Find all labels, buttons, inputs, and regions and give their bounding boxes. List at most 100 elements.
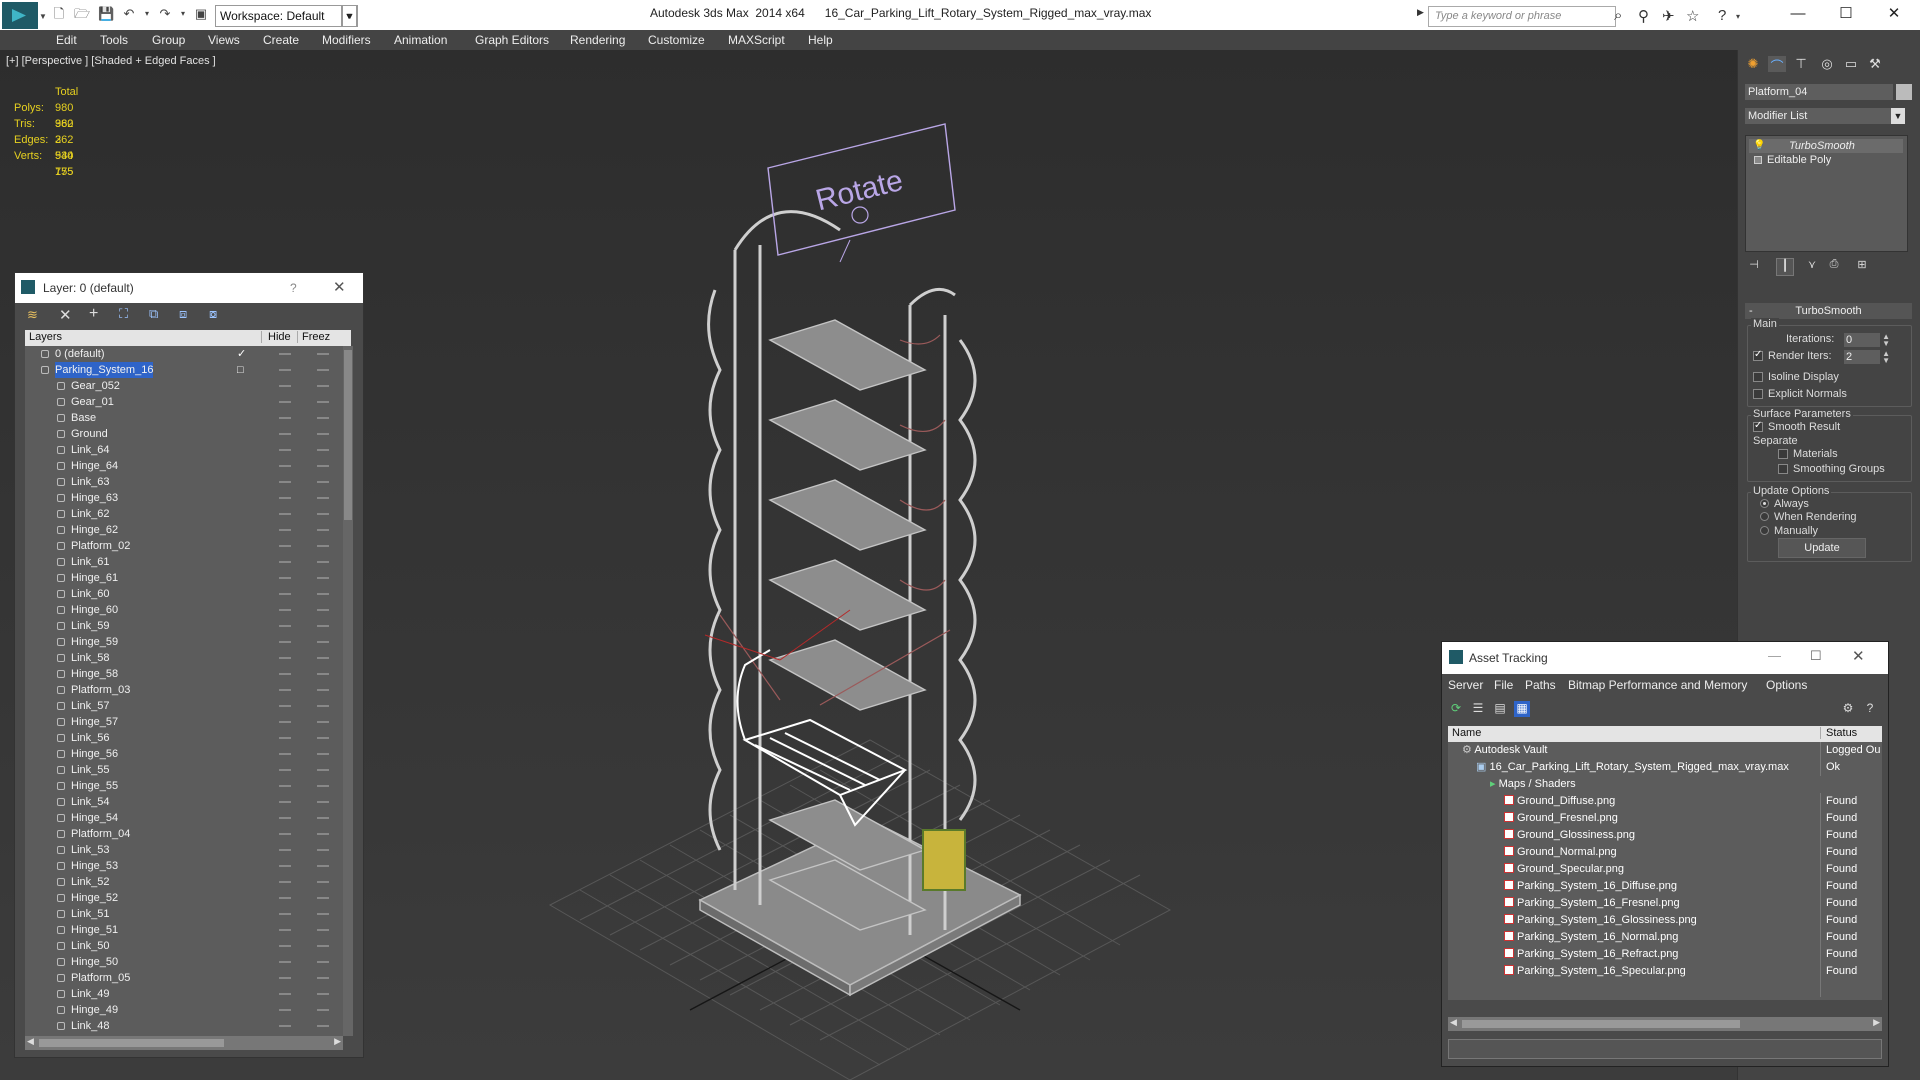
freeze-toggle[interactable] [317,769,329,771]
layer-list-vscroll[interactable] [343,346,353,1036]
pin-stack-icon[interactable]: ⊣ [1746,258,1762,274]
hide-toggle[interactable] [279,673,291,675]
freeze-toggle[interactable] [317,945,329,947]
hide-toggle[interactable] [279,1025,291,1027]
object-row[interactable]: Hinge_58 [25,666,343,682]
modifier-stack[interactable]: 💡 TurboSmooth Editable Poly [1745,135,1908,252]
freeze-toggle[interactable] [317,897,329,899]
thumbnail-view-icon[interactable]: ▤ [1492,701,1508,717]
vault-connect-icon[interactable]: ⚙ [1840,701,1856,717]
asset-menu-paths[interactable]: Paths [1525,678,1556,692]
app-menu-icon[interactable] [2,2,38,29]
asset-list-hscroll[interactable]: ◀ ▶ [1448,1017,1882,1031]
freeze-toggle[interactable] [317,721,329,723]
menu-graph-editors[interactable]: Graph Editors [475,33,549,47]
object-row[interactable]: Link_48 [25,1018,343,1034]
modifier-list-dropdown[interactable]: Modifier List ▼ [1745,108,1905,124]
hide-toggle[interactable] [279,897,291,899]
object-row[interactable]: Link_52 [25,874,343,890]
asset-window-minimize[interactable]: — [1768,648,1781,663]
hide-toggle[interactable] [279,689,291,691]
hide-toggle[interactable] [279,801,291,803]
freeze-toggle[interactable] [317,689,329,691]
freeze-toggle[interactable] [317,417,329,419]
undo-icon[interactable]: ↶ [122,7,136,21]
hide-toggle[interactable] [279,961,291,963]
list-view-icon[interactable]: ☰ [1470,701,1486,717]
object-row[interactable]: Platform_03 [25,682,343,698]
layer-window-help[interactable]: ? [290,281,297,295]
maximize-button[interactable]: ☐ [1826,2,1866,26]
hide-toggle[interactable] [279,385,291,387]
object-row[interactable]: Gear_052 [25,378,343,394]
freeze-toggle[interactable] [317,977,329,979]
remove-modifier-icon[interactable]: ⎙ [1826,258,1842,274]
asset-row[interactable]: Parking_System_16_Specular.png Found [1448,963,1882,980]
hide-toggle[interactable] [279,353,291,355]
workspace-dropdown-button[interactable]: ▼ [342,5,358,27]
object-row[interactable]: Hinge_52 [25,890,343,906]
freeze-all-layers-icon[interactable]: ⧇ [209,306,217,322]
freeze-toggle[interactable] [317,577,329,579]
object-row[interactable]: Link_57 [25,698,343,714]
freeze-toggle[interactable] [317,737,329,739]
scroll-left-icon[interactable]: ◀ [1450,1017,1457,1028]
object-row[interactable]: Link_64 [25,442,343,458]
table-view-icon[interactable]: ▦ [1514,701,1530,717]
freeze-toggle[interactable] [317,833,329,835]
new-file-icon[interactable]: 🗋 [52,7,66,21]
object-row[interactable]: Hinge_53 [25,858,343,874]
materials-checkbox[interactable] [1778,449,1788,459]
keyword-search-input[interactable]: Type a keyword or phrase [1428,6,1616,27]
freeze-toggle[interactable] [317,369,329,371]
menu-customize[interactable]: Customize [648,33,705,47]
freeze-toggle[interactable] [317,1025,329,1027]
scroll-left-icon[interactable]: ◀ [27,1036,34,1047]
object-row[interactable]: Hinge_49 [25,1002,343,1018]
menu-edit[interactable]: Edit [56,33,77,47]
asset-menu-file[interactable]: File [1494,678,1513,692]
hide-toggle[interactable] [279,609,291,611]
motion-tab-icon[interactable]: ◎ [1818,56,1836,72]
object-row[interactable]: Link_61 [25,554,343,570]
object-row[interactable]: Hinge_60 [25,602,343,618]
hide-toggle[interactable] [279,513,291,515]
hide-toggle[interactable] [279,881,291,883]
layer-list-hscroll[interactable]: ◀ ▶ [25,1036,343,1050]
freeze-toggle[interactable] [317,817,329,819]
make-unique-icon[interactable]: ⋎ [1804,258,1820,274]
freeze-toggle[interactable] [317,849,329,851]
asset-row[interactable]: Ground_Specular.png Found [1448,861,1882,878]
object-row[interactable]: Link_54 [25,794,343,810]
app-menu-dropdown-icon[interactable]: ▼ [39,12,47,21]
column-freeze[interactable]: Freez [297,331,330,343]
hide-toggle[interactable] [279,785,291,787]
menu-animation[interactable]: Animation [394,33,447,47]
layer-window-titlebar[interactable]: Layer: 0 (default) ? ✕ [15,273,363,303]
minimize-button[interactable]: — [1778,2,1818,26]
freeze-toggle[interactable] [317,801,329,803]
layer-window-close-icon[interactable]: ✕ [333,278,346,296]
hide-toggle[interactable] [279,737,291,739]
freeze-toggle[interactable] [317,497,329,499]
asset-window-maximize[interactable]: ☐ [1810,648,1822,664]
hide-toggle[interactable] [279,401,291,403]
display-tab-icon[interactable]: ▭ [1842,56,1860,72]
hide-toggle[interactable] [279,705,291,707]
binoculars-icon[interactable]: ⌕ [1614,7,1622,24]
object-row[interactable]: Link_53 [25,842,343,858]
freeze-toggle[interactable] [317,993,329,995]
freeze-toggle[interactable] [317,433,329,435]
freeze-toggle[interactable] [317,609,329,611]
freeze-toggle[interactable] [317,1009,329,1011]
object-row[interactable]: Platform_04 [25,826,343,842]
update-when-rendering-radio[interactable] [1760,512,1769,521]
asset-list[interactable]: ⚙ Autodesk Vault Logged Ou ▣ 16_Car_Parkin… [1448,742,1882,1000]
hide-toggle[interactable] [279,1009,291,1011]
asset-row[interactable]: Parking_System_16_Normal.png Found [1448,929,1882,946]
object-row[interactable]: Platform_05 [25,970,343,986]
hide-toggle[interactable] [279,481,291,483]
update-always-radio[interactable] [1760,499,1769,508]
hide-toggle[interactable] [279,993,291,995]
highlight-selected-layers-icon[interactable]: ⧉ [149,306,158,322]
